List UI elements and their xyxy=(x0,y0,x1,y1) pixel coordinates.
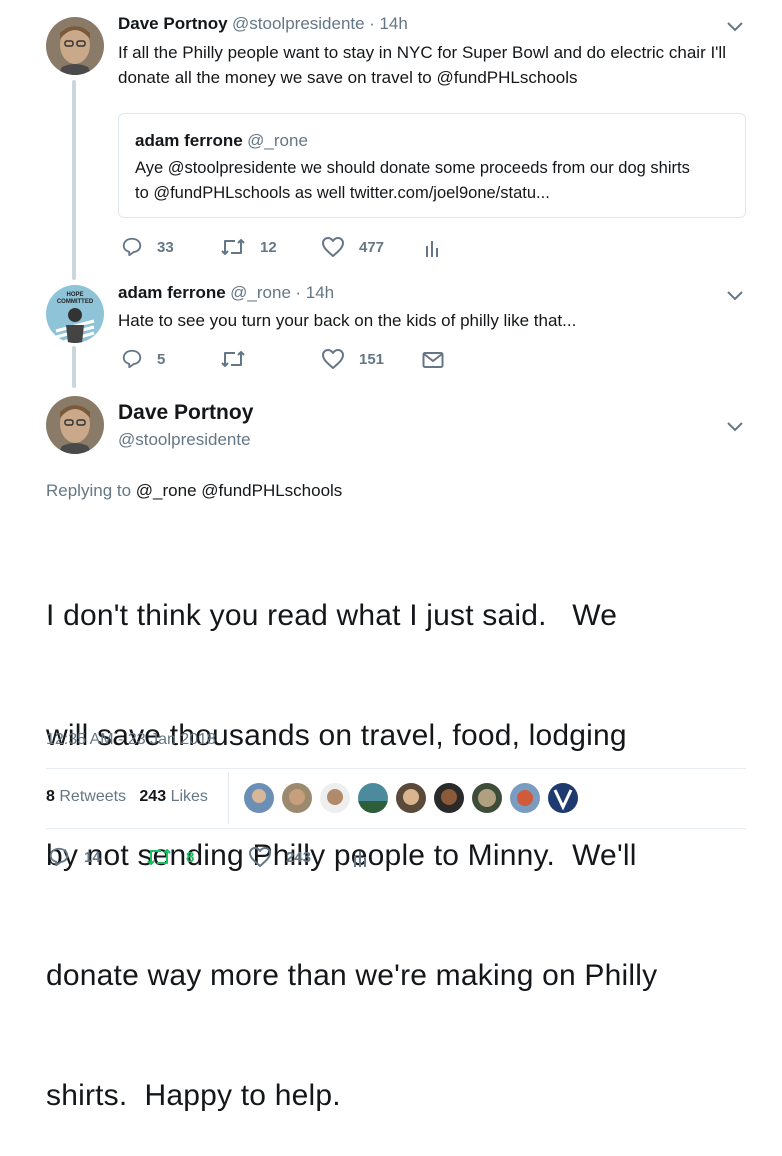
avatar-dave-portnoy[interactable] xyxy=(46,17,104,75)
like-button[interactable]: 477 xyxy=(321,236,384,258)
reply-icon xyxy=(122,349,142,369)
liker-avatar[interactable] xyxy=(433,782,465,814)
liker-avatars xyxy=(243,782,585,814)
author-name[interactable]: adam ferrone xyxy=(118,283,226,302)
divider-bottom xyxy=(46,828,746,829)
retweet-button[interactable] xyxy=(220,348,260,370)
replying-prefix: Replying to xyxy=(46,481,132,500)
retweet-count: 8 xyxy=(186,848,195,866)
quote-text: Aye @stoolpresidente we should donate so… xyxy=(135,156,690,206)
tweet1-header: Dave Portnoy @stoolpresidente · 14h xyxy=(118,14,408,34)
reply-button[interactable]: 5 xyxy=(121,348,165,370)
tweet2-header: adam ferrone @_rone · 14h xyxy=(118,283,334,303)
quote-text-line: Aye @stoolpresidente we should donate so… xyxy=(135,159,690,177)
main-text-line: I don't think you read what I just said.… xyxy=(46,599,618,632)
likes-stat-count: 243 xyxy=(139,788,167,805)
tweet-text: If all the Philly people want to stay in… xyxy=(118,40,726,90)
chevron-down-icon[interactable] xyxy=(726,420,744,438)
replying-to: Replying to @_rone @fundPHLschools xyxy=(46,481,342,501)
quote-author-handle: @_rone xyxy=(247,131,308,150)
like-count: 243 xyxy=(286,848,312,866)
heart-icon xyxy=(322,237,344,257)
quote-author-name: adam ferrone xyxy=(135,131,243,150)
thread-line-2 xyxy=(72,346,76,388)
analytics-icon[interactable] xyxy=(352,848,368,873)
author-handle[interactable]: @_rone xyxy=(230,283,291,302)
analytics-icon[interactable] xyxy=(424,238,440,263)
chevron-down-icon[interactable] xyxy=(726,20,744,38)
reply-count: 5 xyxy=(157,350,166,368)
like-button[interactable]: 151 xyxy=(321,348,384,370)
main-author-name[interactable]: Dave Portnoy xyxy=(118,401,253,425)
retweet-icon xyxy=(221,351,245,367)
author-handle[interactable]: @stoolpresidente xyxy=(232,14,365,33)
likes-stat[interactable]: 243 Likes xyxy=(139,788,208,805)
main-author-handle[interactable]: @stoolpresidente xyxy=(118,430,251,450)
reply-button[interactable]: 33 xyxy=(121,236,174,258)
main-text-line: donate way more than we're making on Phi… xyxy=(46,959,658,992)
quote-header: adam ferrone @_rone xyxy=(135,131,308,151)
retweet-button[interactable]: 8 xyxy=(146,846,194,868)
tweet-time[interactable]: · 14h xyxy=(369,14,408,33)
retweet-button[interactable]: 12 xyxy=(220,236,277,258)
like-button[interactable]: 243 xyxy=(248,846,311,868)
liker-avatar[interactable] xyxy=(281,782,313,814)
svg-text:HOPE: HOPE xyxy=(66,292,83,298)
tweet-timestamp[interactable]: 12:35 AM - 23 Jan 2018 xyxy=(46,731,216,749)
thread-line-1 xyxy=(72,80,76,280)
retweet-count: 12 xyxy=(260,238,277,256)
quote-text-line: to @fundPHLschools as well twitter.com/j… xyxy=(135,184,550,202)
direct-message-icon[interactable] xyxy=(422,351,444,374)
reply-button[interactable]: 14 xyxy=(48,846,101,868)
liker-avatar[interactable] xyxy=(509,782,541,814)
liker-avatar[interactable] xyxy=(547,782,579,814)
main-tweet-text: I don't think you read what I just said.… xyxy=(46,516,657,1156)
retweets-stat-count: 8 xyxy=(46,788,55,805)
likes-stat-label: Likes xyxy=(170,788,208,805)
liker-avatar[interactable] xyxy=(319,782,351,814)
retweet-icon xyxy=(221,239,245,255)
like-count: 477 xyxy=(359,238,385,256)
replying-to-handles[interactable]: @_rone @fundPHLschools xyxy=(136,481,343,500)
tweet-text-line: If all the Philly people want to stay in… xyxy=(118,43,726,62)
reply-count: 14 xyxy=(84,848,101,866)
stats-separator xyxy=(228,772,229,824)
reply-icon xyxy=(49,847,69,867)
reply-count: 33 xyxy=(157,238,174,256)
quoted-tweet[interactable]: adam ferrone @_rone Aye @stoolpresidente… xyxy=(118,113,746,218)
like-count: 151 xyxy=(359,350,385,368)
heart-icon xyxy=(322,349,344,369)
stats-row: 8 Retweets 243 Likes xyxy=(46,788,208,806)
avatar-dave-portnoy[interactable] xyxy=(46,396,104,454)
heart-icon xyxy=(249,847,271,867)
tweet-text: Hate to see you turn your back on the ki… xyxy=(118,311,577,330)
reply-icon xyxy=(122,237,142,257)
chevron-down-icon[interactable] xyxy=(726,289,744,307)
retweet-icon xyxy=(147,849,171,865)
svg-text:COMMITTED: COMMITTED xyxy=(57,299,94,305)
tweet-time[interactable]: · 14h xyxy=(295,283,334,302)
tweet-text-line: donate all the money we save on travel t… xyxy=(118,68,578,87)
retweets-stat[interactable]: 8 Retweets xyxy=(46,788,131,805)
avatar-adam-ferrone[interactable]: HOPE COMMITTED xyxy=(46,285,104,343)
divider-top xyxy=(46,768,746,769)
liker-avatar[interactable] xyxy=(243,782,275,814)
main-text-line: shirts. Happy to help. xyxy=(46,1079,341,1112)
liker-avatar[interactable] xyxy=(357,782,389,814)
retweets-stat-label: Retweets xyxy=(59,788,127,805)
liker-avatar[interactable] xyxy=(471,782,503,814)
author-name[interactable]: Dave Portnoy xyxy=(118,14,228,33)
liker-avatar[interactable] xyxy=(395,782,427,814)
